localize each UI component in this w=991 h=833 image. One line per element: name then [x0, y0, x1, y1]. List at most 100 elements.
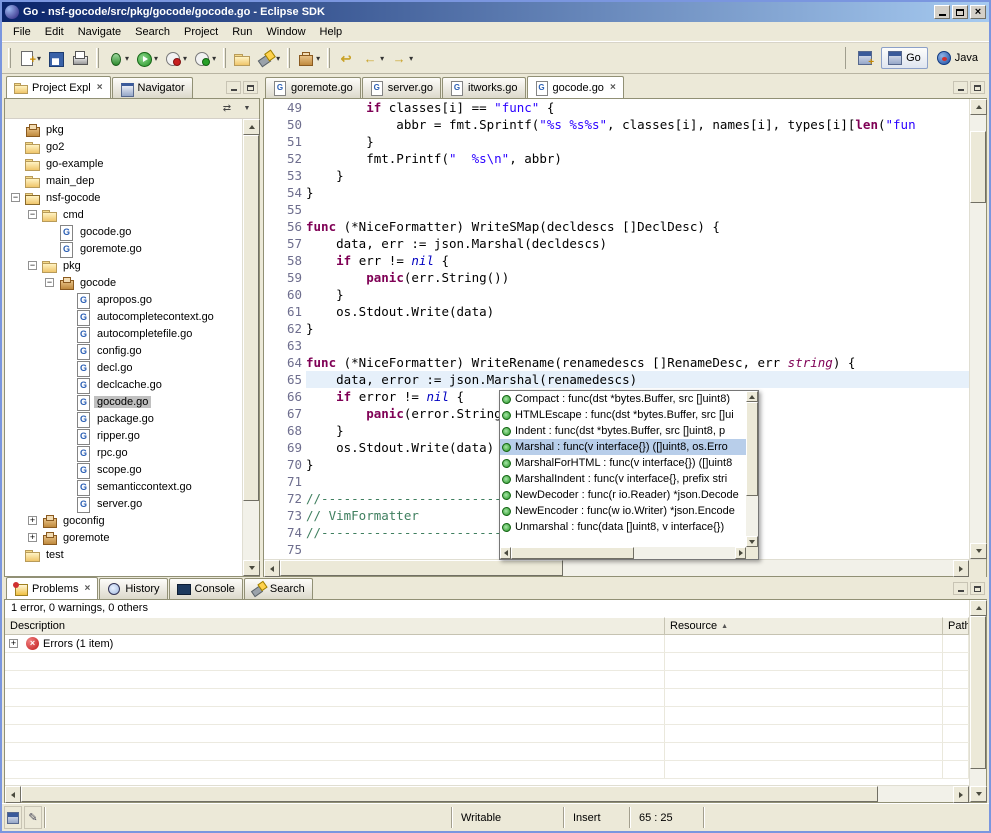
code-line[interactable]: } — [306, 286, 969, 303]
save-button[interactable] — [44, 46, 68, 70]
scroll-thumb[interactable] — [280, 560, 563, 576]
tree-item-pkg[interactable]: −pkg — [5, 257, 242, 274]
editor-tab-itworks-go[interactable]: itworks.go — [442, 77, 526, 98]
perspective-java[interactable]: Java — [930, 47, 985, 69]
scroll-thumb[interactable] — [970, 131, 986, 203]
debug-button[interactable]: ▾ — [103, 46, 132, 70]
editor-mode-icon[interactable]: ✎ — [24, 806, 42, 829]
editor-tab-gocode-go[interactable]: gocode.go× — [527, 76, 624, 98]
code-line[interactable] — [306, 337, 969, 354]
menu-window[interactable]: Window — [259, 24, 312, 40]
collapsed-expander-icon[interactable]: + — [28, 516, 41, 525]
view-menu-icon[interactable]: ▼ — [239, 105, 255, 112]
tree-item-gocode-go[interactable]: gocode.go — [5, 393, 242, 410]
expanded-expander-icon[interactable]: − — [28, 210, 41, 219]
search-button[interactable]: ▾ — [254, 46, 283, 70]
tree-item-ripper-go[interactable]: ripper.go — [5, 427, 242, 444]
code-line[interactable]: if classes[i] == "func" { — [306, 99, 969, 116]
expanded-expander-icon[interactable]: − — [28, 261, 41, 270]
run-external-button[interactable]: ▾ — [161, 46, 190, 70]
table-row[interactable]: +Errors (1 item) — [5, 635, 969, 653]
menu-project[interactable]: Project — [177, 24, 225, 40]
scroll-thumb[interactable] — [21, 786, 878, 802]
popup-hscrollbar[interactable] — [500, 547, 746, 559]
scroll-right-button[interactable] — [953, 560, 969, 577]
menu-file[interactable]: File — [6, 24, 38, 40]
code-line[interactable] — [306, 201, 969, 218]
popup-vscrollbar[interactable] — [746, 391, 758, 547]
code-line[interactable]: func (*NiceFormatter) WriteSMap(decldesc… — [306, 218, 969, 235]
coverage-button[interactable]: ▾ — [190, 46, 219, 70]
scroll-down-button[interactable] — [970, 543, 987, 559]
code-line[interactable]: func (*NiceFormatter) WriteRename(rename… — [306, 354, 969, 371]
tree-item-pkg[interactable]: pkg — [5, 121, 242, 138]
tree-item-gocode[interactable]: −gocode — [5, 274, 242, 291]
tree-item-server-go[interactable]: server.go — [5, 495, 242, 512]
open-folder-button[interactable] — [230, 46, 254, 70]
editor-tab-server-go[interactable]: server.go — [362, 77, 441, 98]
editor-tab-goremote-go[interactable]: goremote.go — [265, 77, 361, 98]
scroll-up-button[interactable] — [970, 600, 987, 616]
autocomplete-item[interactable]: Compact : func(dst *bytes.Buffer, src []… — [500, 391, 746, 407]
column-header-path[interactable]: Path — [943, 617, 969, 634]
back-dropdown-icon[interactable]: ▾ — [380, 54, 384, 63]
code-line[interactable]: os.Stdout.Write(data) — [306, 303, 969, 320]
tree-item-semanticcontext-go[interactable]: semanticcontext.go — [5, 478, 242, 495]
scroll-thumb[interactable] — [746, 402, 758, 496]
autocomplete-item[interactable]: MarshalIndent : func(v interface{}, pref… — [500, 471, 746, 487]
tree-item-apropos-go[interactable]: apropos.go — [5, 291, 242, 308]
coverage-dropdown-icon[interactable]: ▾ — [212, 54, 216, 63]
menu-search[interactable]: Search — [128, 24, 177, 40]
view-tab-problems[interactable]: Problems× — [6, 577, 98, 599]
tree-item-nsf-gocode[interactable]: −nsf-gocode — [5, 189, 242, 206]
explorer-vscrollbar[interactable] — [242, 119, 259, 576]
search-dropdown-icon[interactable]: ▾ — [276, 54, 280, 63]
autocomplete-item[interactable]: HTMLEscape : func(dst *bytes.Buffer, src… — [500, 407, 746, 423]
expanded-expander-icon[interactable]: − — [11, 193, 24, 202]
view-minimize-button[interactable] — [226, 81, 241, 94]
panel-minimize-button[interactable] — [953, 582, 968, 595]
menu-edit[interactable]: Edit — [38, 24, 71, 40]
autocomplete-item[interactable]: NewEncoder : func(w io.Writer) *json.Enc… — [500, 503, 746, 519]
tree-item-goremote[interactable]: +goremote — [5, 529, 242, 546]
autocomplete-item[interactable]: MarshalForHTML : func(v interface{}) ([]… — [500, 455, 746, 471]
close-icon[interactable]: × — [610, 82, 616, 93]
close-button[interactable]: × — [970, 5, 986, 19]
tree-item-declcache-go[interactable]: declcache.go — [5, 376, 242, 393]
autocomplete-item[interactable]: NewDecoder : func(r io.Reader) *json.Dec… — [500, 487, 746, 503]
scroll-left-button[interactable] — [264, 560, 280, 577]
scroll-right-button[interactable] — [953, 786, 969, 803]
scroll-thumb[interactable] — [243, 135, 259, 501]
tree-item-rpc-go[interactable]: rpc.go — [5, 444, 242, 461]
autocomplete-item[interactable]: Marshal : func(v interface{}) ([]uint8, … — [500, 439, 746, 455]
maximize-button[interactable] — [952, 5, 968, 19]
perspective-go[interactable]: Go — [881, 47, 928, 69]
annotation-ruler[interactable] — [264, 99, 278, 559]
editor-hscrollbar[interactable] — [264, 559, 986, 576]
menu-help[interactable]: Help — [313, 24, 350, 40]
last-edit-button[interactable]: ↩ — [334, 46, 358, 70]
code-line[interactable]: panic(err.String()) — [306, 269, 969, 286]
code-line[interactable]: } — [306, 320, 969, 337]
code-line[interactable]: } — [306, 167, 969, 184]
tree-item-scope-go[interactable]: scope.go — [5, 461, 242, 478]
tree-item-gocode-go[interactable]: gocode.go — [5, 223, 242, 240]
menu-run[interactable]: Run — [225, 24, 259, 40]
code-line[interactable]: abbr = fmt.Sprintf("%s %s%s", classes[i]… — [306, 116, 969, 133]
autocomplete-item[interactable]: Unmarshal : func(data []uint8, v interfa… — [500, 519, 746, 535]
code-line[interactable]: fmt.Printf(" %s\n", abbr) — [306, 150, 969, 167]
scroll-down-button[interactable] — [746, 536, 758, 547]
new-package-button[interactable]: ▾ — [294, 46, 323, 70]
view-tab-search[interactable]: Search — [244, 578, 313, 599]
new-wizard-button[interactable]: ▾ — [15, 46, 44, 70]
collapsed-expander-icon[interactable]: + — [9, 639, 22, 648]
tree-item-package-go[interactable]: package.go — [5, 410, 242, 427]
expanded-expander-icon[interactable]: − — [45, 278, 58, 287]
panel-maximize-button[interactable] — [970, 582, 985, 595]
problems-hscrollbar[interactable] — [5, 785, 969, 802]
collapsed-expander-icon[interactable]: + — [28, 533, 41, 542]
minimize-button[interactable] — [934, 5, 950, 19]
tree-item-autocompletefile-go[interactable]: autocompletefile.go — [5, 325, 242, 342]
scroll-up-button[interactable] — [746, 391, 758, 402]
tree-item-go-example[interactable]: go-example — [5, 155, 242, 172]
